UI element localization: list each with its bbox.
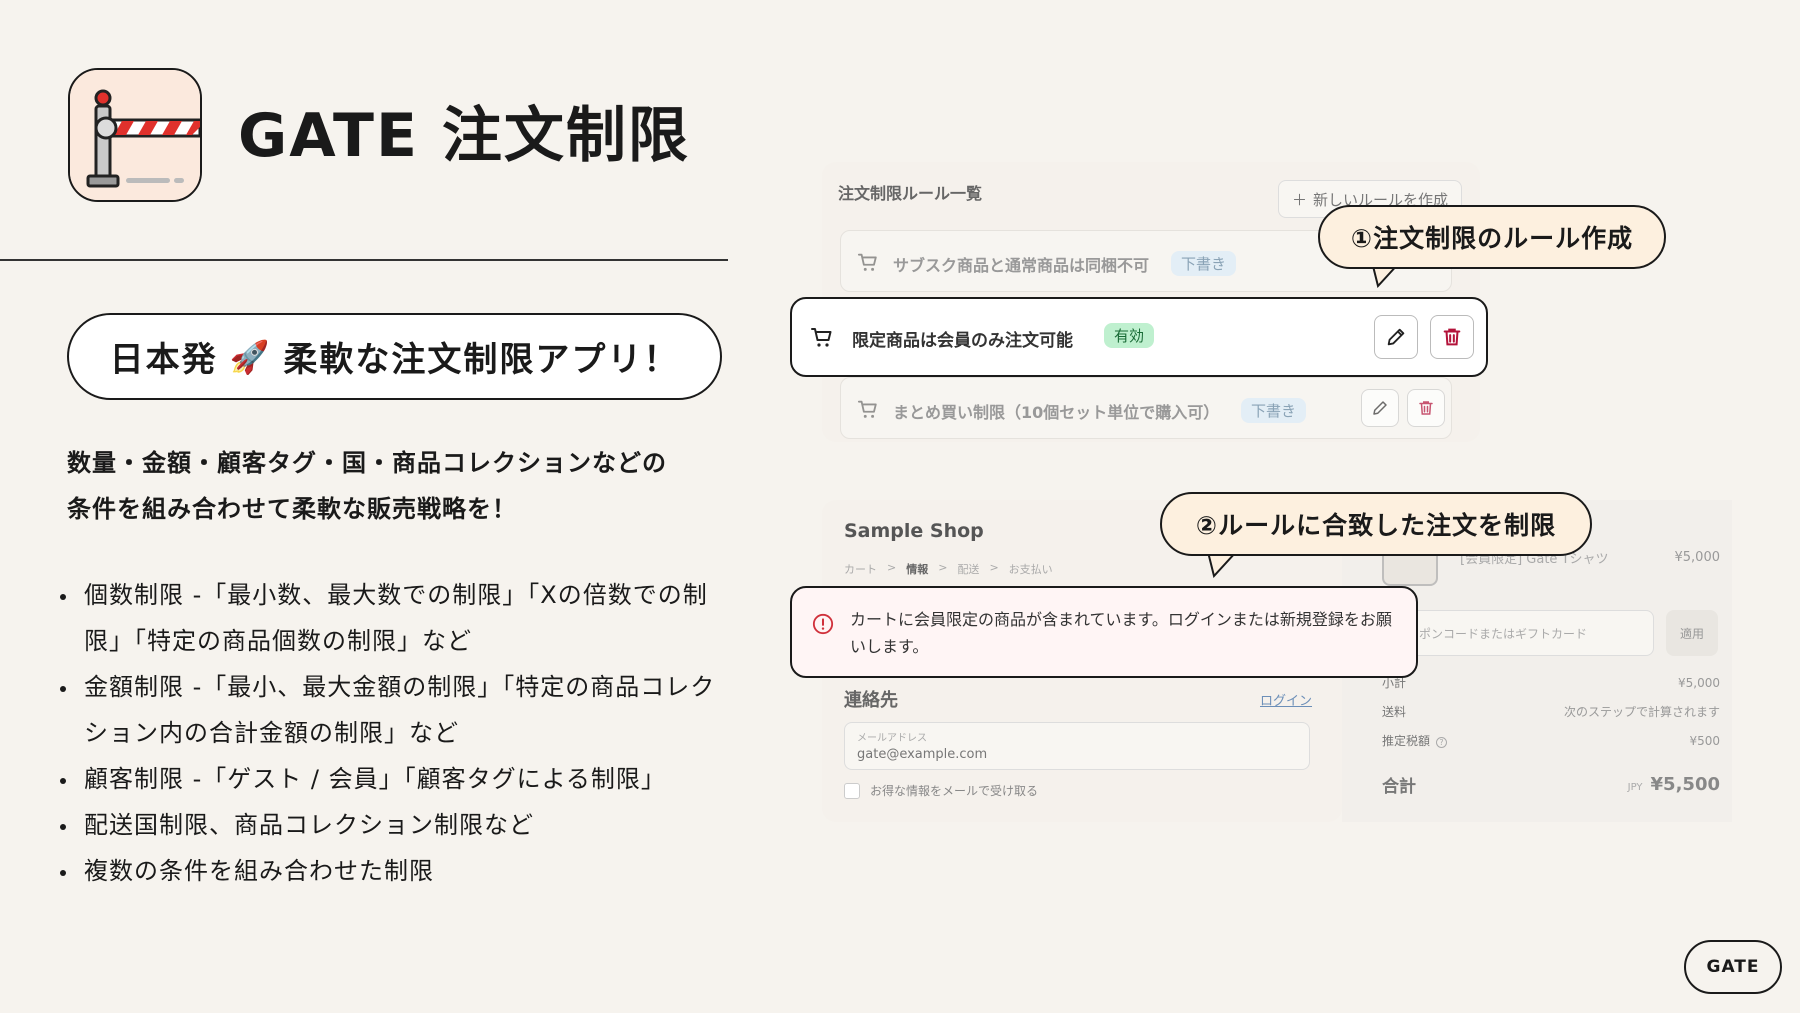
- description-line-2: 条件を組み合わせて柔軟な販売戦略を！: [67, 495, 517, 523]
- coupon-input[interactable]: ポンコードまたはギフトカード: [1382, 610, 1654, 656]
- tax-label: 推定税額: [1382, 734, 1431, 748]
- email-field-label: メールアドレス: [857, 733, 927, 744]
- tagline-pill: 日本発 🚀 柔軟な注文制限アプリ！: [67, 313, 722, 400]
- rules-panel-title: 注文制限ルール一覧: [838, 184, 983, 203]
- product-price: ¥5,000: [1674, 550, 1721, 565]
- gate-brand-badge: GATE: [1684, 940, 1782, 994]
- delete-button[interactable]: [1407, 389, 1445, 427]
- feature-item-quantity: 個数制限 -「最小数、最大数での制限」「Xの倍数での制限」「特定の商品個数の制限…: [58, 572, 728, 664]
- trash-icon: [1443, 328, 1461, 346]
- status-badge-draft: 下書き: [1171, 251, 1237, 276]
- feature-list: 個数制限 -「最小数、最大数での制限」「Xの倍数での制限」「特定の商品個数の制限…: [58, 572, 728, 894]
- email-field-value: gate@example.com: [857, 747, 988, 762]
- tagline-text-before: 日本発: [109, 340, 218, 380]
- callout-step-2: ②ルールに合致した注文を制限: [1160, 492, 1592, 556]
- feature-item-country: 配送国制限、商品コレクション制限など: [58, 802, 728, 848]
- newsletter-option[interactable]: お得な情報をメールで受け取る: [844, 782, 1038, 799]
- apply-coupon-button[interactable]: 適用: [1666, 610, 1718, 656]
- newsletter-label: お得な情報をメールで受け取る: [870, 784, 1039, 798]
- rule-name: まとめ買い制限（10個セット単位で購入可）: [893, 403, 1220, 422]
- total-currency: JPY: [1627, 782, 1643, 793]
- app-title: GATE 注文制限: [238, 101, 690, 171]
- breadcrumb-info: 情報: [906, 563, 929, 576]
- login-link[interactable]: ログイン: [1260, 690, 1312, 709]
- contact-label: 連絡先: [844, 690, 898, 711]
- delete-button[interactable]: [1430, 315, 1474, 359]
- total-row: 合計 JPY ¥5,500: [1382, 772, 1720, 797]
- error-message: カートに会員限定の商品が含まれています。ログインまたは新規登録をお願いします。: [850, 610, 1392, 656]
- edit-button[interactable]: [1361, 389, 1399, 427]
- shipping-value: 次のステップで計算されます: [1563, 705, 1720, 719]
- shop-name: Sample Shop: [844, 520, 984, 542]
- cart-icon: [857, 253, 877, 271]
- breadcrumb-separator: >: [887, 561, 897, 574]
- rule-row[interactable]: まとめ買い制限（10個セット単位で購入可） 下書き: [840, 377, 1452, 439]
- total-value: ¥5,500: [1650, 774, 1720, 795]
- breadcrumb-payment: お支払い: [1008, 563, 1053, 576]
- trash-icon: [1419, 401, 1433, 415]
- rule-name: 限定商品は会員のみ注文可能: [852, 331, 1073, 351]
- tagline-text-after: 柔軟な注文制限アプリ！: [283, 340, 680, 380]
- email-field[interactable]: メールアドレス gate@example.com: [844, 722, 1310, 770]
- tax-row: 推定税額? ¥500: [1382, 732, 1720, 749]
- error-banner: カートに会員限定の商品が含まれています。ログインまたは新規登録をお願いします。: [790, 586, 1418, 678]
- feature-item-combined: 複数の条件を組み合わせた制限: [58, 848, 728, 894]
- subtotal-row: 小計 ¥5,000: [1382, 674, 1720, 691]
- gate-barrier-icon: [70, 70, 200, 200]
- total-label: 合計: [1382, 777, 1416, 797]
- status-badge-active: 有効: [1104, 323, 1155, 348]
- help-icon[interactable]: ?: [1436, 737, 1448, 748]
- rocket-icon: 🚀: [229, 337, 272, 376]
- cart-icon: [857, 400, 877, 418]
- breadcrumb-separator: >: [938, 561, 948, 574]
- status-badge-draft: 下書き: [1241, 398, 1307, 423]
- shipping-label: 送料: [1382, 705, 1407, 719]
- breadcrumb-cart[interactable]: カート: [844, 561, 877, 577]
- pencil-icon: [1387, 328, 1405, 346]
- callout-step-1: ①注文制限のルール作成: [1318, 205, 1666, 269]
- feature-item-customer: 顧客制限 -「ゲスト / 会員」「顧客タグによる制限」: [58, 756, 728, 802]
- subtotal-value: ¥5,000: [1678, 675, 1720, 690]
- tax-value: ¥500: [1689, 733, 1720, 748]
- breadcrumb-shipping: 配送: [957, 563, 980, 576]
- header-divider: [0, 259, 728, 261]
- description: 数量・金額・顧客タグ・国・商品コレクションなどの 条件を組み合わせて柔軟な販売戦…: [67, 440, 737, 532]
- rule-name: サブスク商品と通常商品は同梱不可: [893, 256, 1150, 275]
- description-line-1: 数量・金額・顧客タグ・国・商品コレクションなどの: [67, 449, 667, 477]
- newsletter-checkbox[interactable]: [844, 782, 860, 799]
- cart-icon: [811, 328, 832, 347]
- edit-button[interactable]: [1374, 315, 1418, 359]
- rule-row-highlighted[interactable]: 限定商品は会員のみ注文可能 有効: [790, 297, 1488, 377]
- shipping-row: 送料 次のステップで計算されます: [1382, 703, 1720, 720]
- pencil-icon: [1373, 401, 1387, 415]
- app-logo: [68, 68, 202, 202]
- breadcrumb-separator: >: [989, 561, 999, 574]
- breadcrumb: カート > 情報 > 配送 > お支払い: [844, 561, 1053, 577]
- feature-item-amount: 金額制限 -「最小、最大金額の制限」「特定の商品コレクション内の合計金額の制限」…: [58, 664, 728, 756]
- plus-icon: ＋: [1291, 190, 1307, 209]
- alert-circle-icon: [812, 613, 834, 635]
